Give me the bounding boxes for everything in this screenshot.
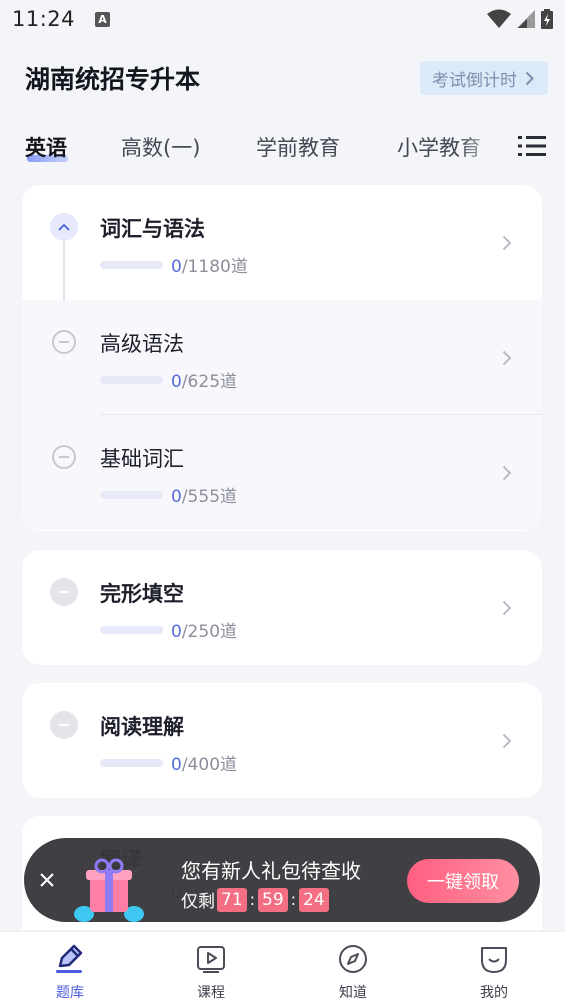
tab-advanced-math[interactable]: 高数(一) (121, 132, 200, 162)
progress-count: 0/250道 (171, 617, 237, 642)
chevron-right-icon (502, 465, 512, 481)
new-user-gift-banner: 您有新人礼包待查收 仅剩 71 : 59 : 24 一键领取 (24, 838, 540, 922)
minus-circle-icon (50, 711, 78, 739)
status-bar: 11:24 A (0, 0, 565, 38)
section-card-cloze[interactable]: 完形填空 0/250道 (22, 550, 542, 665)
countdown-seconds: 24 (299, 887, 329, 912)
progress-bar (100, 626, 163, 634)
countdown-hours: 71 (217, 887, 247, 912)
progress-done: 0 (171, 755, 182, 775)
nav-label: 课程 (197, 985, 225, 1001)
chevron-right-icon (502, 235, 512, 251)
status-time: 11:24 (12, 7, 76, 31)
section-row-vocabulary-grammar[interactable]: 词汇与语法 0/1180道 (22, 185, 542, 300)
progress-done: 0 (171, 372, 182, 392)
chevron-right-icon (502, 733, 512, 749)
bottom-nav: 题库 课程 知道 我的 (0, 931, 565, 1004)
pencil-icon (56, 944, 83, 973)
progress-total: /555道 (181, 487, 238, 507)
progress-done: 0 (171, 622, 182, 642)
tab-english[interactable]: 英语 (25, 132, 67, 162)
subsection-title: 高级语法 (100, 332, 184, 356)
status-icons (487, 9, 553, 29)
progress-bar (100, 261, 163, 269)
category-menu-icon[interactable] (518, 134, 546, 158)
progress-total: /1180道 (181, 257, 248, 277)
header: 湖南统招专升本 考试倒计时 (0, 50, 565, 106)
notification-icon: A (95, 11, 111, 27)
chevron-right-icon (502, 600, 512, 616)
progress-total: /250道 (181, 622, 238, 642)
wifi-icon (487, 9, 511, 28)
progress-count: 0/1180道 (171, 252, 248, 277)
minus-circle-icon (52, 445, 76, 469)
countdown-minutes: 59 (258, 887, 288, 912)
countdown-separator: : (290, 890, 297, 909)
nav-item-courses[interactable]: 课程 (176, 944, 246, 1002)
exam-countdown-button[interactable]: 考试倒计时 (420, 61, 548, 95)
exam-countdown-label: 考试倒计时 (432, 70, 517, 91)
promo-title: 您有新人礼包待查收 (181, 859, 361, 883)
minus-circle-icon (52, 330, 76, 354)
section-title: 完形填空 (100, 582, 184, 606)
nav-label: 知道 (339, 985, 367, 1001)
compass-icon (339, 945, 367, 973)
profile-icon (481, 947, 507, 973)
collapse-icon[interactable] (50, 213, 78, 241)
nav-label: 题库 (56, 985, 84, 1001)
nav-item-knowledge[interactable]: 知道 (318, 944, 388, 1002)
promo-remaining-label: 仅剩 (181, 892, 215, 912)
chevron-right-icon (525, 71, 534, 85)
subsection-title: 基础词汇 (100, 447, 184, 471)
gift-icon (74, 858, 144, 922)
section-card-vocabulary-grammar: 词汇与语法 0/1180道 高级语法 0/625道 基础词汇 0/555道 (22, 185, 542, 531)
subsection-row-basic-vocabulary[interactable]: 基础词汇 0/555道 (22, 415, 542, 530)
progress-total: /400道 (181, 755, 238, 775)
page-title: 湖南统招专升本 (25, 65, 201, 94)
nav-label: 我的 (480, 985, 508, 1001)
progress-bar (100, 759, 163, 767)
section-title: 阅读理解 (100, 715, 184, 739)
progress-bar (100, 491, 163, 499)
subsection-row-advanced-grammar[interactable]: 高级语法 0/625道 (22, 300, 542, 415)
play-icon (197, 946, 225, 973)
section-row-cloze[interactable]: 完形填空 0/250道 (22, 550, 542, 665)
battery-icon (541, 9, 553, 29)
minus-circle-icon (50, 578, 78, 606)
countdown-separator: : (249, 890, 256, 909)
tab-fade (460, 124, 500, 170)
section-row-reading[interactable]: 阅读理解 0/400道 (22, 683, 542, 798)
claim-gift-button[interactable]: 一键领取 (407, 859, 519, 903)
signal-icon (517, 10, 535, 28)
progress-count: 0/555道 (171, 482, 237, 507)
chevron-right-icon (502, 350, 512, 366)
close-icon[interactable] (38, 871, 56, 889)
progress-count: 0/400道 (171, 750, 237, 775)
promo-countdown: 仅剩 71 : 59 : 24 (181, 887, 331, 912)
progress-done: 0 (171, 257, 182, 277)
progress-done: 0 (171, 487, 182, 507)
progress-bar (100, 376, 163, 384)
tab-preschool-education[interactable]: 学前教育 (256, 132, 340, 162)
section-title: 词汇与语法 (100, 217, 205, 241)
subject-tabs: 英语 高数(一) 学前教育 小学教育 (0, 124, 565, 170)
nav-item-question-bank[interactable]: 题库 (35, 944, 105, 1002)
nav-item-profile[interactable]: 我的 (459, 944, 529, 1002)
section-card-reading[interactable]: 阅读理解 0/400道 (22, 683, 542, 798)
progress-total: /625道 (181, 372, 238, 392)
progress-count: 0/625道 (171, 367, 237, 392)
